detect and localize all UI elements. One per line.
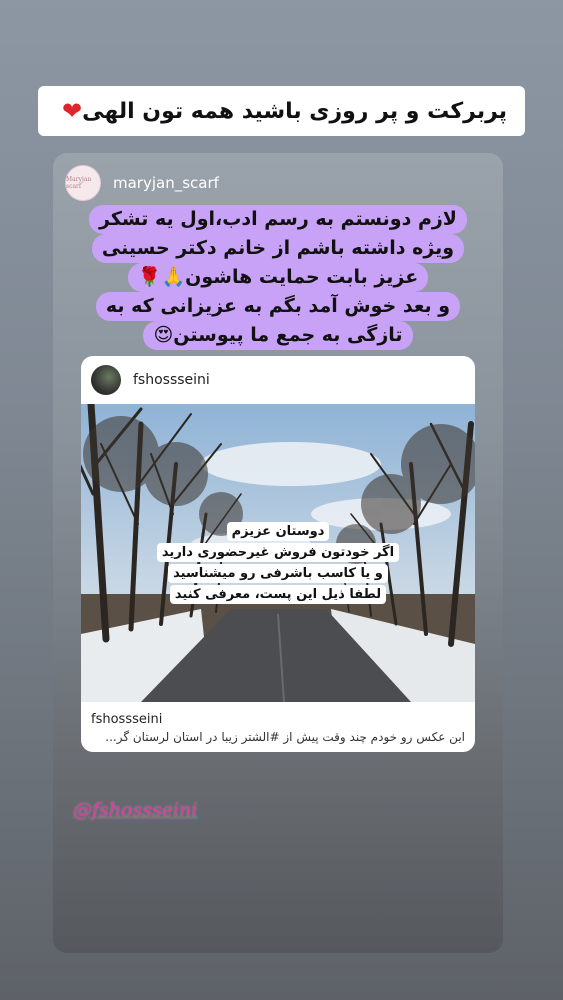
embedded-post-footer[interactable]: fshossseini این عکس رو خودم چند وقت پیش … xyxy=(81,706,475,752)
mention-sticker[interactable]: @fshossseini xyxy=(73,799,197,821)
post-header[interactable]: Maryjan scarf maryjan_scarf xyxy=(65,165,219,201)
embedded-post[interactable]: fshossseini دوستان عزیزم اگر خودتون فروش… xyxy=(81,356,475,752)
footer-username[interactable]: fshossseini xyxy=(91,712,162,727)
post-photo[interactable]: دوستان عزیزم اگر خودتون فروش غیرحضوری دا… xyxy=(81,404,475,702)
embedded-post-header[interactable]: fshossseini xyxy=(81,356,475,404)
banner-text: پربرکت و پر روزی باشید همه تون الهی xyxy=(82,98,508,124)
photo-overlay-text: دوستان عزیزم اگر خودتون فروش غیرحضوری دا… xyxy=(138,520,418,604)
footer-caption: این عکس رو خودم چند وقت پیش از #الشتر زی… xyxy=(105,730,465,744)
heart-icon: ❤ xyxy=(61,97,83,125)
embedded-avatar[interactable] xyxy=(91,365,121,395)
caption-line: تازگی به جمع ما پیوستن😍 xyxy=(143,321,413,350)
caption-line: و بعد خوش آمد بگم به عزیزانی که به xyxy=(95,292,461,321)
avatar-logo-text: Maryjan scarf xyxy=(66,176,92,190)
post-caption: لازم دونستم به رسم ادب،اول یه تشکر ویژه … xyxy=(81,205,475,350)
photo-text-line: دوستان عزیزم xyxy=(226,522,330,541)
post-username[interactable]: maryjan_scarf xyxy=(113,174,219,192)
photo-text-line: اگر خودتون فروش غیرحضوری دارید xyxy=(156,543,400,562)
caption-line: عزیز بابت حمایت هاشون🙏🌹 xyxy=(127,263,429,292)
story-banner: پربرکت و پر روزی باشید همه تون الهی ❤ xyxy=(38,86,525,136)
photo-text-line: و یا کاسب باشرفی رو میشناسید xyxy=(168,564,388,583)
caption-line: لازم دونستم به رسم ادب،اول یه تشکر xyxy=(89,205,467,234)
shared-post-card[interactable]: Maryjan scarf maryjan_scarf لازم دونستم … xyxy=(53,153,503,953)
photo-text-line: لطفا ذیل این پست، معرفی کنید xyxy=(169,585,387,604)
caption-line: ویژه داشته باشم از خانم دکتر حسینی xyxy=(91,234,465,263)
embedded-username[interactable]: fshossseini xyxy=(133,372,210,388)
avatar[interactable]: Maryjan scarf xyxy=(65,165,101,201)
